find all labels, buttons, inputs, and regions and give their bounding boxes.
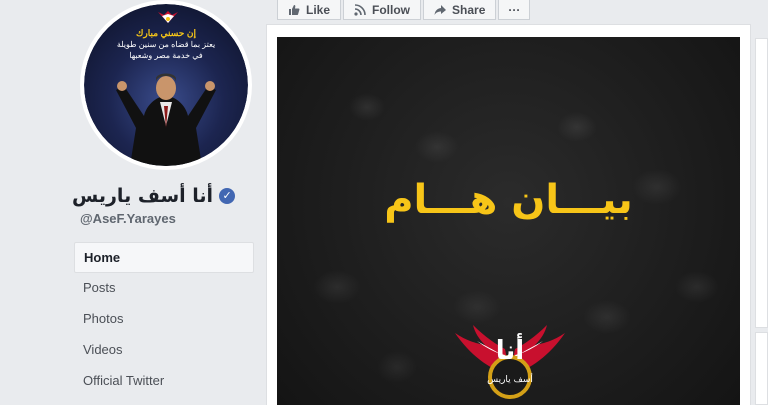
nav-item-videos[interactable]: Videos — [74, 335, 254, 366]
eagle-logo-icon — [158, 11, 178, 23]
post-headline: بيـــان هـــام — [384, 177, 633, 223]
share-button[interactable]: Share — [423, 0, 497, 20]
nav-item-posts[interactable]: Posts — [74, 273, 254, 304]
emblem-text-big: أنا — [496, 333, 524, 366]
person-figure-icon — [116, 73, 216, 166]
like-label: Like — [306, 2, 331, 17]
share-arrow-icon — [434, 4, 447, 15]
page-action-bar: Like Follow Share ··· — [277, 0, 531, 20]
eagle-emblem-icon: أنا أسف ياريس — [455, 325, 565, 399]
right-sidebar-card-2 — [755, 332, 768, 405]
nav-item-home[interactable]: Home — [74, 242, 254, 273]
picture-text-line2: يعتز بما قضاه من سنين طويلة — [116, 40, 216, 49]
nav-item-photos[interactable]: Photos — [74, 304, 254, 335]
share-label: Share — [452, 2, 486, 17]
more-options-button[interactable]: ··· — [498, 0, 531, 20]
rss-icon — [354, 3, 366, 16]
page-username[interactable]: @AseF.Yarayes — [80, 211, 176, 226]
left-sidebar: إن حسني مبارك يعتز بما قضاه من سنين طويل… — [0, 0, 268, 405]
profile-picture-image: إن حسني مبارك يعتز بما قضاه من سنين طويل… — [84, 4, 248, 166]
profile-picture[interactable]: إن حسني مبارك يعتز بما قضاه من سنين طويل… — [80, 0, 252, 170]
follow-label: Follow — [372, 2, 411, 17]
like-button[interactable]: Like — [277, 0, 342, 20]
nav-item-official-twitter[interactable]: Official Twitter — [74, 366, 254, 397]
thumbs-up-icon — [289, 4, 300, 15]
page-name-row: أنا أسف ياريس ✓ — [72, 185, 236, 207]
picture-text-line1: إن حسني مبارك — [136, 28, 196, 38]
follow-button[interactable]: Follow — [343, 0, 422, 20]
post-image[interactable]: بيـــان هـــام أنا أسف ياريس — [277, 37, 740, 405]
emblem-text-small: أسف ياريس — [487, 373, 533, 385]
right-sidebar-card — [755, 38, 768, 328]
page-nav: Home Posts Photos Videos Official Twitte… — [74, 242, 254, 397]
page-name[interactable]: أنا أسف ياريس — [72, 185, 213, 207]
verified-badge-icon: ✓ — [219, 188, 236, 204]
